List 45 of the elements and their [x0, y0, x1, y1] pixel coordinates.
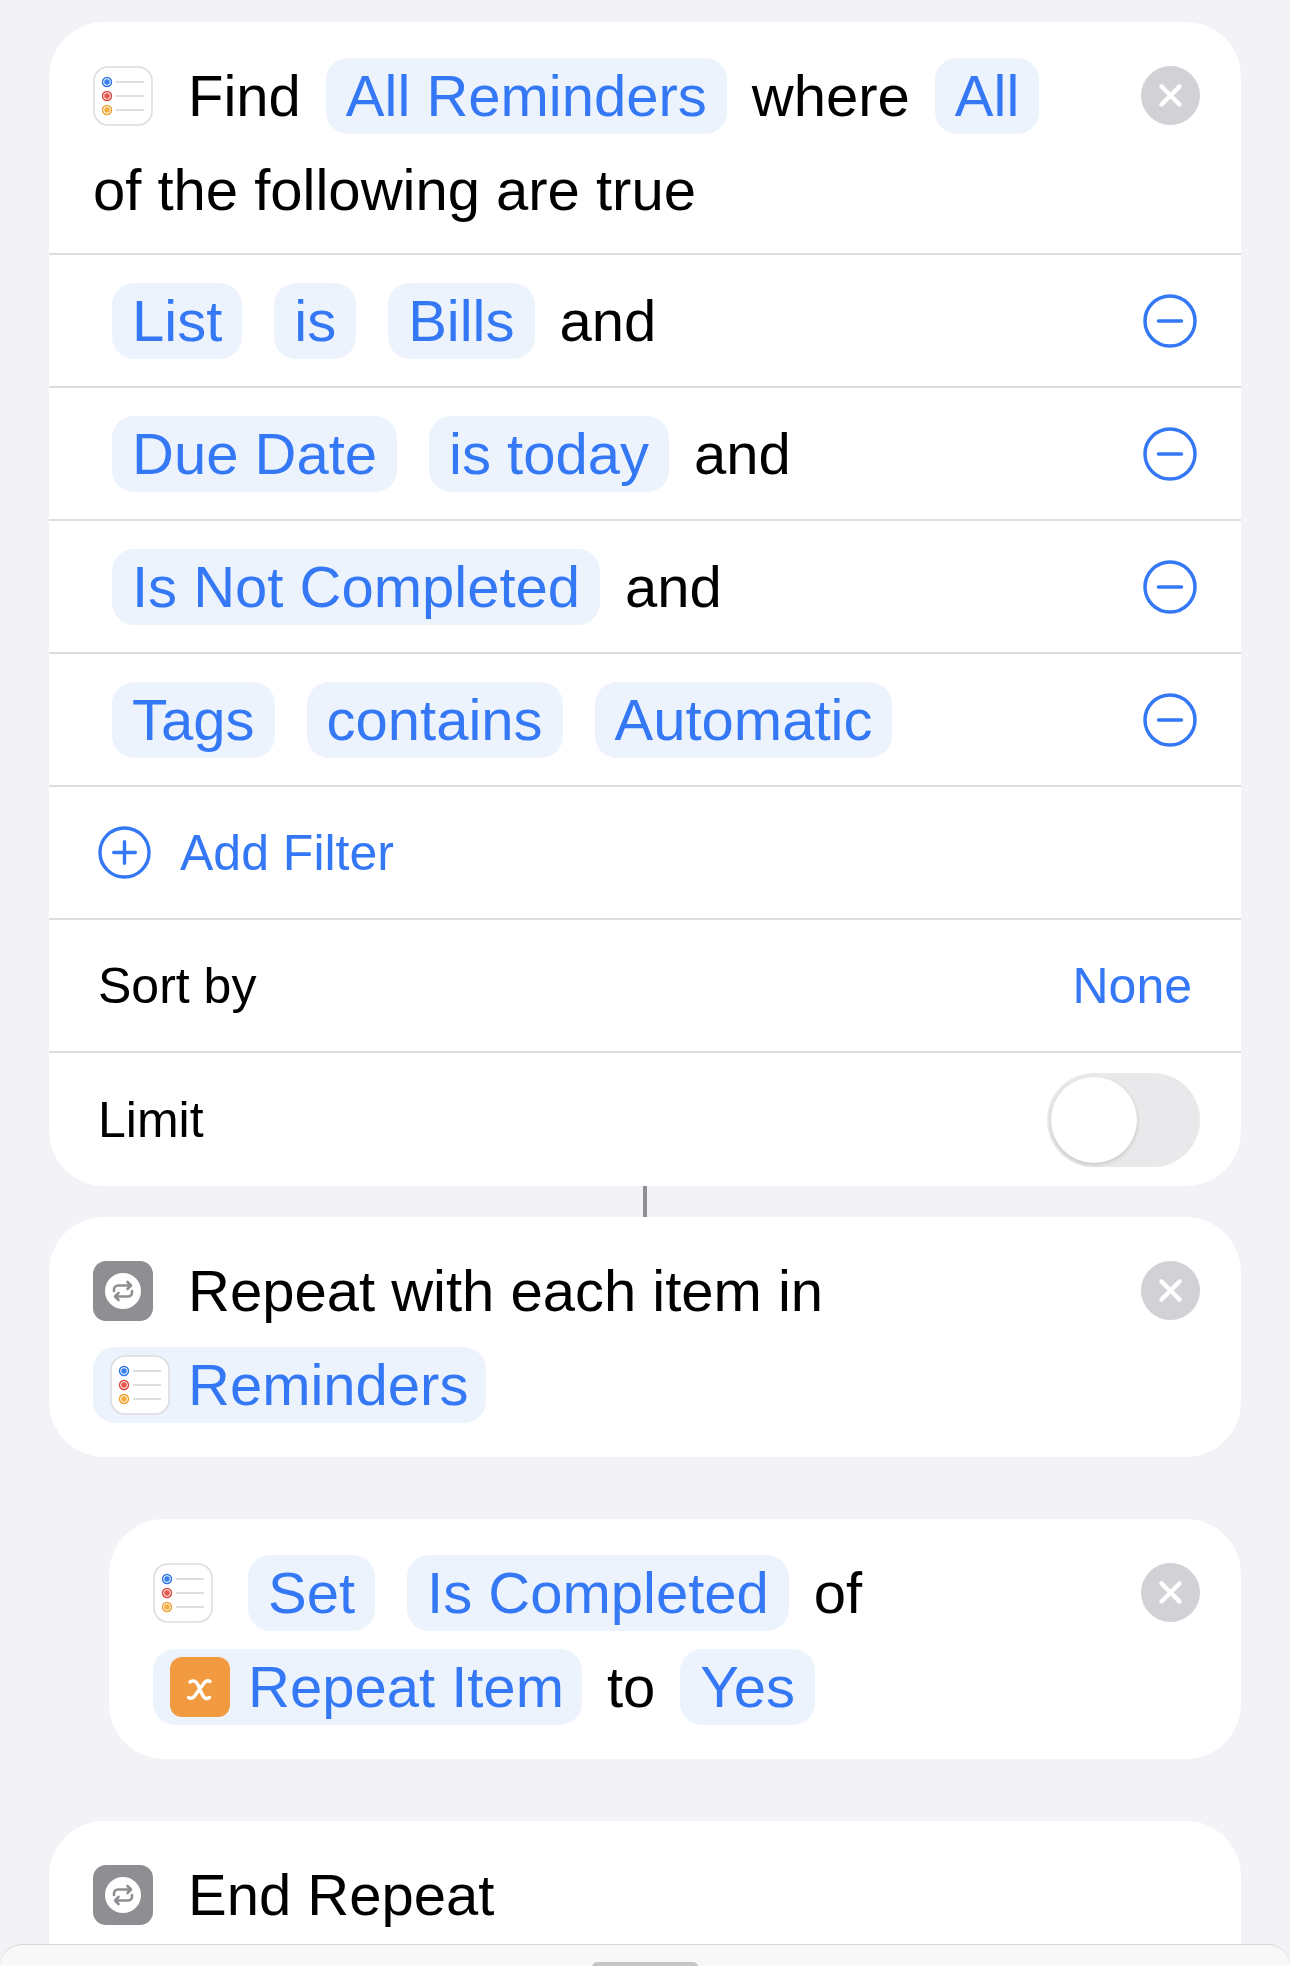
reminders-icon — [153, 1563, 213, 1623]
action-label: of the following are true — [93, 156, 696, 224]
repeat-icon — [93, 1261, 153, 1321]
action-label: Repeat with each item in — [188, 1257, 824, 1325]
action-label: Find — [188, 62, 301, 130]
parameter-token[interactable]: All Reminders — [325, 58, 727, 134]
action-label: and — [693, 419, 791, 488]
variable-token[interactable]: Reminders — [93, 1347, 487, 1423]
minus-circle-icon[interactable] — [1143, 692, 1197, 747]
action-label: to — [606, 1653, 656, 1721]
minus-circle-icon[interactable] — [1143, 559, 1197, 614]
parameter-token[interactable]: is today — [429, 415, 669, 492]
parameter-token[interactable]: Automatic — [594, 681, 893, 758]
minus-circle-icon[interactable] — [1143, 426, 1197, 481]
add-filter-button[interactable]: Add Filter — [98, 822, 394, 883]
close-icon[interactable] — [1141, 1261, 1200, 1320]
parameter-token[interactable]: Due Date — [112, 415, 398, 492]
plus-circle-icon — [98, 826, 151, 879]
action-label: of — [813, 1559, 863, 1627]
sort-value[interactable]: None — [1072, 955, 1192, 1016]
reminders-icon — [110, 1355, 170, 1415]
parameter-token[interactable]: All — [934, 58, 1040, 134]
minus-circle-icon[interactable] — [1143, 293, 1197, 348]
action-label: End Repeat — [188, 1861, 495, 1929]
parameter-token[interactable]: List — [112, 282, 243, 359]
sheet-grabber[interactable] — [592, 1962, 698, 1966]
repeat-icon — [93, 1865, 153, 1925]
parameter-token[interactable]: Is Completed — [407, 1555, 789, 1631]
parameter-token[interactable]: Tags — [112, 681, 275, 758]
parameter-token[interactable]: Yes — [680, 1649, 815, 1725]
action-label: and — [559, 286, 657, 355]
variable-icon — [170, 1657, 230, 1717]
close-icon[interactable] — [1141, 1563, 1200, 1622]
variable-token[interactable]: Repeat Item — [153, 1649, 582, 1725]
close-icon[interactable] — [1141, 66, 1200, 125]
parameter-token[interactable]: Is Not Completed — [112, 548, 601, 625]
parameter-token[interactable]: Bills — [388, 282, 535, 359]
action-label: where — [751, 62, 910, 130]
parameter-token[interactable]: Set — [248, 1555, 376, 1631]
limit-label: Limit — [98, 1090, 204, 1150]
action-label: and — [625, 552, 722, 621]
sort-label: Sort by — [98, 956, 257, 1016]
parameter-token[interactable]: is — [274, 282, 357, 359]
parameter-token[interactable]: contains — [306, 681, 563, 758]
reminders-icon — [93, 66, 153, 126]
